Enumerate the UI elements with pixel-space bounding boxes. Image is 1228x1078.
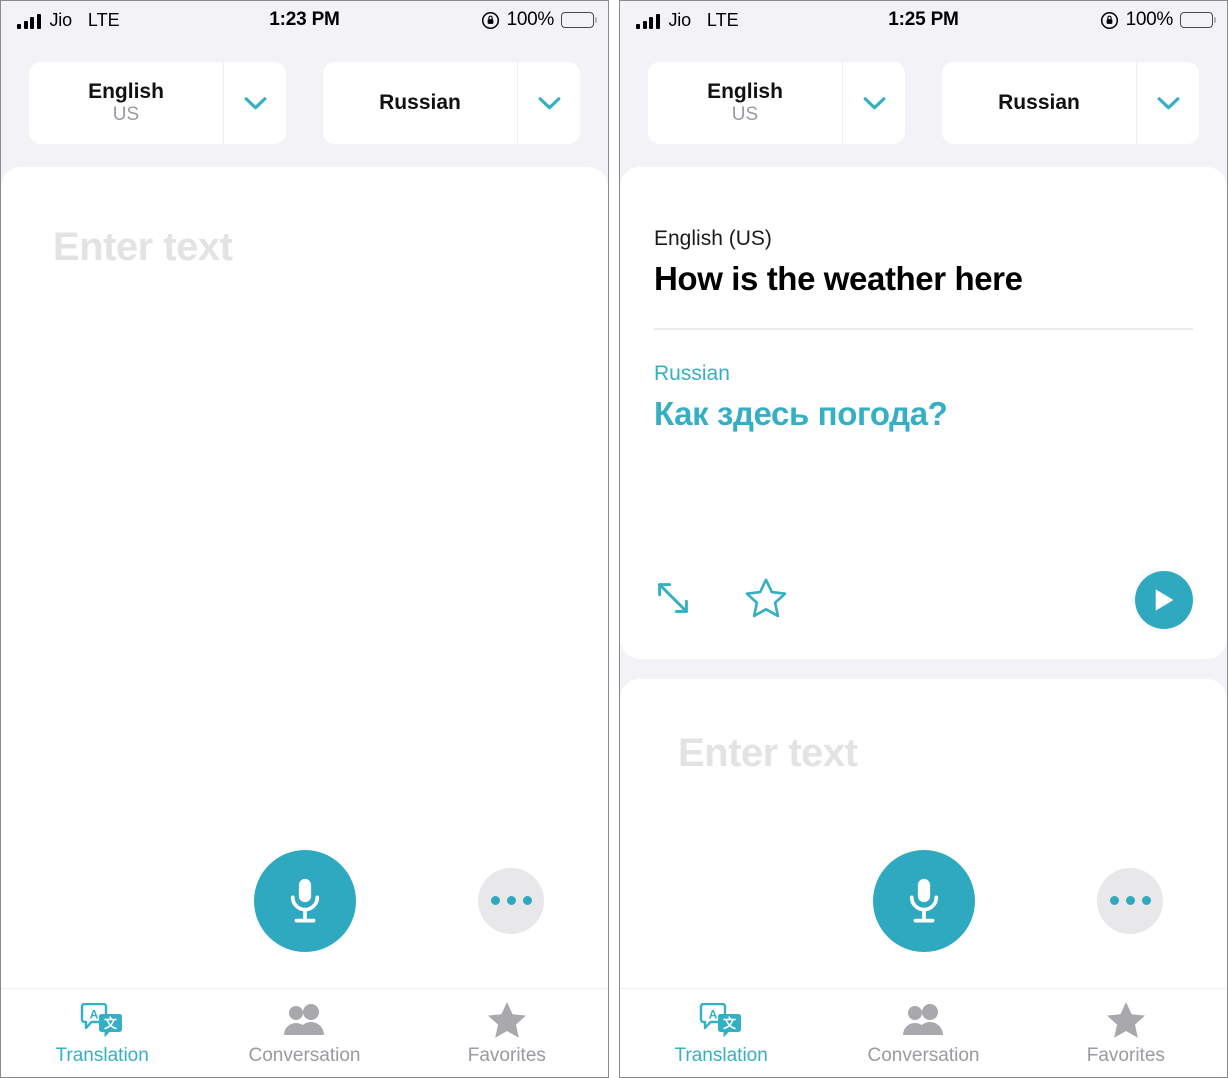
target-language-name: Russian <box>379 90 461 114</box>
tab-bar: A 文 Translation Conversation Favorites <box>1 988 608 1077</box>
expand-arrows-icon <box>658 582 688 613</box>
tab-translation-label: Translation <box>674 1044 768 1066</box>
target-language-chevron[interactable] <box>517 62 580 144</box>
input-placeholder: Enter text <box>678 731 858 775</box>
play-icon <box>1155 589 1174 611</box>
source-language-selector[interactable]: English US <box>29 62 286 144</box>
text-input-sheet[interactable]: Enter text <box>620 679 1227 988</box>
status-bar: Jio LTE 1:23 PM 100% <box>1 1 608 39</box>
star-outline-icon <box>745 578 787 617</box>
target-language-chevron[interactable] <box>1136 62 1199 144</box>
more-dots-icon <box>506 896 516 905</box>
tab-conversation-label: Conversation <box>867 1044 980 1066</box>
source-language-region: US <box>731 103 759 125</box>
more-dots-icon <box>522 896 532 905</box>
language-selector-bar: English US Russian <box>620 39 1227 167</box>
source-language-name: English <box>88 79 164 103</box>
result-target-text: Как здесь погода? <box>654 394 948 432</box>
svg-text:A: A <box>90 1007 99 1021</box>
clock-label: 1:23 PM <box>269 9 340 30</box>
more-options-button[interactable] <box>1097 867 1163 934</box>
source-language-chevron[interactable] <box>842 62 905 144</box>
phone-screen-empty: Jio LTE 1:23 PM 100% English US Russian … <box>0 0 609 1078</box>
target-language-selector[interactable]: Russian <box>942 62 1199 144</box>
tab-translation[interactable]: A 文 Translation <box>1 1000 203 1067</box>
phone-screen-translated: Jio LTE 1:25 PM 100% English US Russian … <box>619 0 1228 1078</box>
screenshot-pair: Jio LTE 1:23 PM 100% English US Russian … <box>0 0 1228 1078</box>
svg-text:A: A <box>709 1007 718 1021</box>
two-people-icon <box>899 1000 947 1040</box>
translation-bubbles-icon: A 文 <box>699 1000 743 1040</box>
target-language-selector[interactable]: Russian <box>323 62 580 144</box>
bottom-controls <box>1 813 608 988</box>
svg-text:文: 文 <box>104 1016 118 1032</box>
more-dots-icon <box>1141 896 1151 905</box>
tab-conversation-label: Conversation <box>248 1044 361 1066</box>
translation-result-card: English (US) How is the weather here Rus… <box>620 167 1227 659</box>
svg-text:文: 文 <box>723 1016 737 1032</box>
content-area: Enter text A 文 Translation Conversation … <box>1 167 608 1077</box>
chevron-down-icon <box>863 96 885 109</box>
clock-label: 1:25 PM <box>888 9 959 30</box>
source-language-text: English US <box>648 62 842 144</box>
result-divider <box>654 328 1193 330</box>
chevron-down-icon <box>244 96 266 109</box>
result-source-text: How is the weather here <box>654 260 1023 297</box>
star-filled-icon <box>1106 1000 1146 1040</box>
content-area: English (US) How is the weather here Rus… <box>620 167 1227 1077</box>
tab-favorites[interactable]: Favorites <box>1025 1000 1227 1067</box>
microphone-icon <box>909 878 938 922</box>
microphone-icon <box>290 878 319 922</box>
result-target-language-label: Russian <box>654 361 730 385</box>
record-button[interactable] <box>872 849 975 952</box>
tab-translation-label: Translation <box>55 1044 149 1066</box>
status-bar: Jio LTE 1:25 PM 100% <box>620 1 1227 39</box>
expand-button[interactable] <box>654 579 692 622</box>
tab-translation[interactable]: A 文 Translation <box>620 1000 822 1067</box>
record-button[interactable] <box>253 849 356 952</box>
translation-bubbles-icon: A 文 <box>80 1000 124 1040</box>
result-source-language-label: English (US) <box>654 227 772 250</box>
tab-favorites[interactable]: Favorites <box>406 1000 608 1067</box>
target-language-name: Russian <box>998 90 1080 114</box>
more-dots-icon <box>1109 896 1119 905</box>
tab-conversation[interactable]: Conversation <box>203 1000 405 1067</box>
language-selector-bar: English US Russian <box>1 39 608 167</box>
favorite-button[interactable] <box>744 577 788 624</box>
battery-full-icon <box>1180 12 1216 28</box>
play-audio-button[interactable] <box>1135 571 1193 629</box>
tab-bar: A 文 Translation Conversation Favorites <box>620 988 1227 1077</box>
tab-favorites-label: Favorites <box>1086 1044 1165 1066</box>
bottom-controls <box>620 813 1227 988</box>
source-language-region: US <box>112 103 140 125</box>
source-language-name: English <box>707 79 783 103</box>
source-language-text: English US <box>29 62 223 144</box>
result-action-row <box>654 571 1193 629</box>
text-input-sheet[interactable]: Enter text <box>1 167 608 988</box>
source-language-chevron[interactable] <box>223 62 286 144</box>
target-language-text: Russian <box>323 62 517 144</box>
chevron-down-icon <box>1157 96 1179 109</box>
source-language-selector[interactable]: English US <box>648 62 905 144</box>
tab-conversation[interactable]: Conversation <box>822 1000 1024 1067</box>
input-placeholder: Enter text <box>53 225 233 269</box>
card-gap-strip <box>620 659 1227 679</box>
star-filled-icon <box>487 1000 527 1040</box>
more-dots-icon <box>490 896 500 905</box>
more-options-button[interactable] <box>478 867 544 934</box>
battery-full-icon <box>561 12 597 28</box>
chevron-down-icon <box>538 96 560 109</box>
more-dots-icon <box>1125 896 1135 905</box>
tab-favorites-label: Favorites <box>467 1044 546 1066</box>
two-people-icon <box>280 1000 328 1040</box>
target-language-text: Russian <box>942 62 1136 144</box>
